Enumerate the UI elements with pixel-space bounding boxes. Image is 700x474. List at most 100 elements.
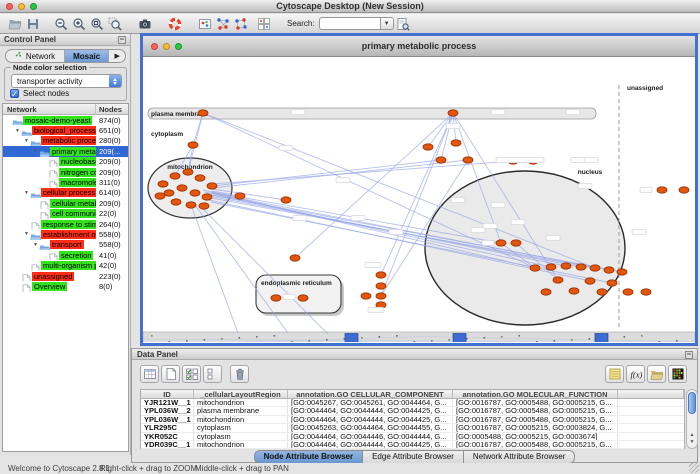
graph-node[interactable] xyxy=(361,293,371,299)
graph-node[interactable] xyxy=(207,183,217,189)
create-view-icon[interactable] xyxy=(196,15,214,32)
tree-row[interactable]: cellular metabo209(0) xyxy=(3,198,128,208)
overview-viewport-marker[interactable] xyxy=(345,334,358,343)
annotation-grid-icon[interactable] xyxy=(255,15,273,32)
graph-node[interactable] xyxy=(202,194,212,200)
zoom-window-button[interactable] xyxy=(30,3,37,10)
graph-node[interactable] xyxy=(448,110,458,116)
tab-node-attribute-browser[interactable]: Node Attribute Browser xyxy=(254,450,364,464)
graph-node[interactable] xyxy=(281,197,291,203)
graph-node[interactable] xyxy=(158,181,168,187)
select-attributes-icon[interactable] xyxy=(182,365,201,383)
graph-node[interactable] xyxy=(376,293,386,299)
graph-node[interactable] xyxy=(617,269,627,275)
expander-icon[interactable]: ▼ xyxy=(23,138,30,144)
graph-node[interactable] xyxy=(186,202,196,208)
tree-row[interactable]: macromolecule311(0) xyxy=(3,177,128,187)
help-ring-icon[interactable] xyxy=(166,15,184,32)
search-input[interactable] xyxy=(319,17,381,30)
table-row[interactable]: YLR295Ccytoplasm[GO:0045263, GO:0044464,… xyxy=(141,424,684,432)
save-session-icon[interactable] xyxy=(24,15,42,32)
expander-icon[interactable]: ▼ xyxy=(32,148,39,154)
zoom-in-icon[interactable] xyxy=(70,15,88,32)
graph-node[interactable] xyxy=(195,175,205,181)
unselect-attributes-icon[interactable] xyxy=(203,365,222,383)
function-builder-icon[interactable]: f(x) xyxy=(626,365,645,383)
layout-nodes-2-icon[interactable] xyxy=(232,15,250,32)
resize-grip[interactable] xyxy=(689,463,699,473)
graph-node[interactable] xyxy=(590,265,600,271)
graph-node[interactable] xyxy=(679,187,689,193)
table-row[interactable]: YPL036W__2plasma membrane[GO:0044464, GO… xyxy=(141,407,684,415)
tree-row[interactable]: mosaic-demo-yeast874(0) xyxy=(3,115,128,125)
close-window-button[interactable] xyxy=(6,3,13,10)
import-attributes-icon[interactable] xyxy=(647,365,666,383)
graph-node[interactable] xyxy=(641,289,651,295)
graph-node[interactable] xyxy=(530,265,540,271)
graph-node[interactable] xyxy=(553,277,563,283)
expander-icon[interactable]: ▼ xyxy=(23,231,30,237)
tree-row[interactable]: Overview8(0) xyxy=(3,281,128,291)
graph-node[interactable] xyxy=(576,264,586,270)
graph-node[interactable] xyxy=(561,263,571,269)
graph-node[interactable] xyxy=(171,199,181,205)
graph-node[interactable] xyxy=(541,289,551,295)
graph-node[interactable] xyxy=(657,187,667,193)
tree-row[interactable]: ▼transport558(0) xyxy=(3,240,128,250)
frame-close-button[interactable] xyxy=(151,43,158,50)
tab-network-attribute-browser[interactable]: Network Attribute Browser xyxy=(464,450,575,464)
zoom-fit-icon[interactable] xyxy=(88,15,106,32)
tree-row[interactable]: nitrogen compo209(0) xyxy=(3,167,128,177)
graph-node[interactable] xyxy=(436,157,446,163)
float-panel-icon[interactable] xyxy=(685,351,693,359)
tab-mosaic[interactable]: Mosaic xyxy=(65,50,109,62)
graph-node[interactable] xyxy=(235,193,245,199)
heatmap-view-icon[interactable] xyxy=(668,365,687,383)
zoom-out-icon[interactable] xyxy=(52,15,70,32)
graph-node[interactable] xyxy=(290,255,300,261)
tree-row[interactable]: secretion41(0) xyxy=(3,250,128,260)
graph-node[interactable] xyxy=(183,169,193,175)
tab-edge-attribute-browser[interactable]: Edge Attribute Browser xyxy=(363,450,464,464)
tree-row[interactable]: response to stimulu264(0) xyxy=(3,219,128,229)
table-row[interactable]: YDR039C__1mitochondrion[GO:0044464, GO:0… xyxy=(141,441,684,449)
graph-node[interactable] xyxy=(423,144,433,150)
open-file-icon[interactable] xyxy=(6,15,24,32)
table-column-header[interactable]: _cellularLayoutRegion xyxy=(194,390,288,398)
frame-minimize-button[interactable] xyxy=(163,43,170,50)
graph-node[interactable] xyxy=(607,280,617,286)
graph-node[interactable] xyxy=(546,264,556,270)
search-dropdown-arrow-icon[interactable]: ▼ xyxy=(381,17,394,30)
graph-node[interactable] xyxy=(496,240,506,246)
graph-node[interactable] xyxy=(585,278,595,284)
expander-icon[interactable]: ▼ xyxy=(32,242,39,248)
attribute-table-icon[interactable] xyxy=(140,365,159,383)
table-row[interactable]: YPL036W__1mitochondrion[GO:0044464, GO:0… xyxy=(141,416,684,424)
tab-network[interactable]: Network xyxy=(6,50,65,62)
tree-row[interactable]: ▼establishment of lo558(0) xyxy=(3,229,128,239)
tree-row[interactable]: unassigned223(0) xyxy=(3,271,128,281)
graph-node[interactable] xyxy=(190,190,200,196)
node-color-dropdown[interactable]: transporter activity xyxy=(11,74,122,88)
network-canvas[interactable]: plasma membrane cytoplasm mitochondrion … xyxy=(143,57,695,342)
table-column-header[interactable]: annotation.GO CELLULAR_COMPONENT xyxy=(288,390,453,398)
tabs-overflow-button[interactable]: ▶ xyxy=(109,50,125,62)
table-column-header[interactable]: ID xyxy=(141,390,194,398)
graph-node[interactable] xyxy=(198,110,208,116)
select-nodes-checkbox[interactable]: ✓ xyxy=(10,89,19,98)
graph-node[interactable] xyxy=(177,185,187,191)
scrollbar-thumb[interactable] xyxy=(688,392,696,414)
graph-node[interactable] xyxy=(463,157,473,163)
tree-row[interactable]: ▼metabolic process280(0) xyxy=(3,136,128,146)
table-scrollbar[interactable]: ▲▼ xyxy=(686,389,698,449)
scrollbar-arrows-icon[interactable]: ▲▼ xyxy=(688,432,696,446)
minimize-window-button[interactable] xyxy=(18,3,25,10)
network-frame-titlebar[interactable]: primary metabolic process xyxy=(143,36,695,57)
graph-node[interactable] xyxy=(511,240,521,246)
graph-node[interactable] xyxy=(164,190,174,196)
graph-node[interactable] xyxy=(451,140,461,146)
tree-row[interactable]: cell communicat22(0) xyxy=(3,209,128,219)
table-row[interactable]: YKR052Ccytoplasm[GO:0044464, GO:0044446,… xyxy=(141,433,684,441)
tree-row[interactable]: nucleobase-209(0) xyxy=(3,157,128,167)
frame-zoom-button[interactable] xyxy=(175,43,182,50)
